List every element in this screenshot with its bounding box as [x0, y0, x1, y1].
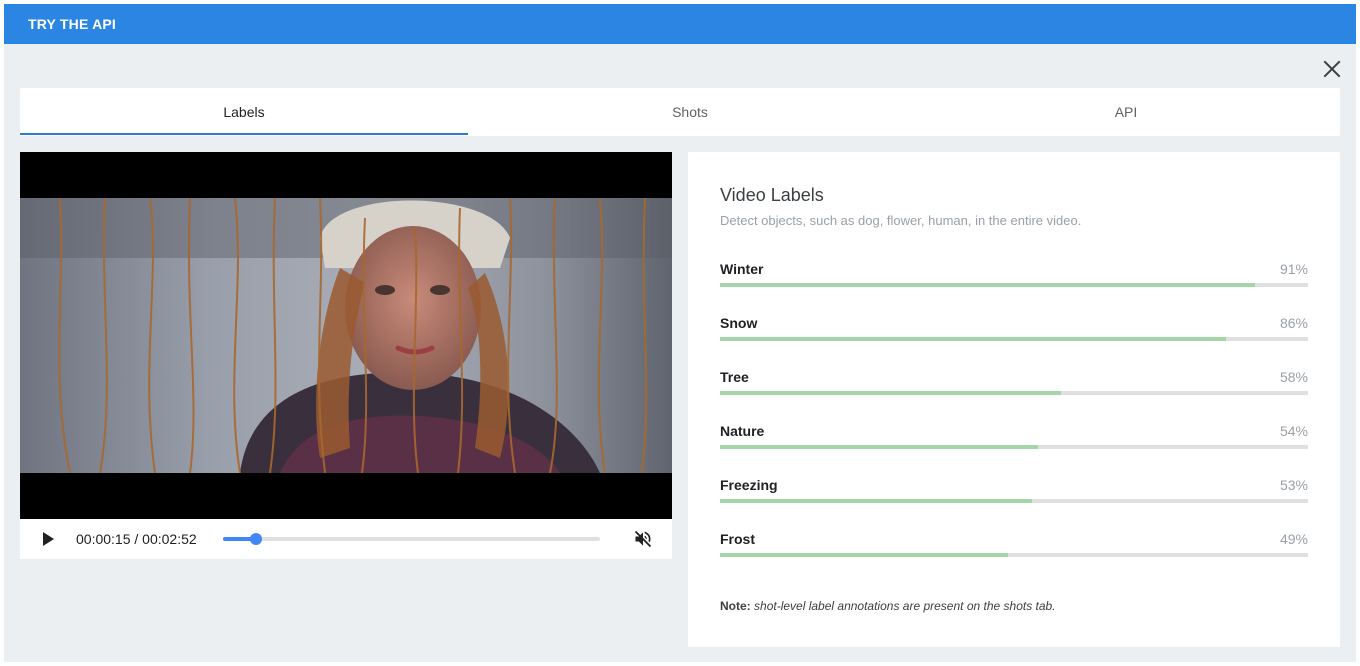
label-row: Snow 86%: [720, 315, 1308, 347]
confidence-bar-fill: [720, 553, 1009, 557]
confidence-bar-fill: [720, 445, 1038, 449]
label-row: Tree 58%: [720, 369, 1308, 401]
label-percent: 49%: [1279, 531, 1308, 547]
confidence-bar: [720, 391, 1308, 395]
label-percent: 58%: [1279, 369, 1308, 385]
panel-header: TRY THE API: [4, 4, 1356, 44]
confidence-bar: [720, 499, 1308, 503]
tab-labels[interactable]: Labels: [20, 88, 468, 136]
active-tab-indicator: [20, 133, 468, 135]
play-button[interactable]: [40, 531, 56, 547]
label-percent: 91%: [1279, 261, 1308, 277]
label-name: Freezing: [720, 477, 778, 493]
confidence-bar-fill: [720, 283, 1256, 287]
video-frame-image: [20, 198, 672, 473]
video-labels-title: Video Labels: [720, 185, 824, 205]
try-api-panel: TRY THE API Labels Shots API 00:00:15 / …: [4, 4, 1356, 662]
volume-off-icon: [634, 530, 652, 548]
video-player: 00:00:15 / 00:02:52: [20, 152, 672, 559]
tab-api[interactable]: API: [912, 88, 1340, 136]
label-row: Frost 49%: [720, 531, 1308, 563]
mute-button[interactable]: [633, 529, 653, 549]
current-time: 00:00:15: [76, 531, 131, 547]
confidence-bar-fill: [720, 391, 1062, 395]
confidence-bar-fill: [720, 337, 1226, 341]
video-viewport[interactable]: [20, 152, 672, 519]
tab-shots[interactable]: Shots: [468, 88, 912, 136]
label-row: Freezing 53%: [720, 477, 1308, 509]
player-controls: 00:00:15 / 00:02:52: [20, 519, 672, 559]
close-icon: [1323, 60, 1341, 78]
tab-labels-label: Labels: [223, 104, 265, 120]
label-row: Nature 54%: [720, 423, 1308, 455]
tab-api-label: API: [1114, 104, 1138, 120]
label-row: Winter 91%: [720, 261, 1308, 293]
note-text: shot-level label annotations are present…: [754, 599, 1056, 613]
time-separator: /: [134, 531, 143, 547]
play-icon: [43, 532, 54, 546]
duration: 00:02:52: [142, 531, 197, 547]
panel-title: TRY THE API: [28, 16, 117, 32]
video-labels-card: Video Labels Detect objects, such as dog…: [688, 152, 1340, 647]
label-name: Frost: [720, 531, 755, 547]
label-percent: 54%: [1279, 423, 1308, 439]
time-display: 00:00:15 / 00:02:52: [76, 531, 197, 547]
seek-bar[interactable]: [223, 533, 600, 545]
video-frame: [20, 198, 672, 473]
label-name: Nature: [720, 423, 765, 439]
confidence-bar: [720, 445, 1308, 449]
confidence-bar-fill: [720, 499, 1032, 503]
label-name: Winter: [720, 261, 764, 277]
label-percent: 53%: [1279, 477, 1308, 493]
close-button[interactable]: [1320, 57, 1344, 81]
tab-shots-label: Shots: [672, 104, 708, 120]
label-percent: 86%: [1279, 315, 1308, 331]
note-label: Note:: [720, 599, 751, 613]
confidence-bar: [720, 283, 1308, 287]
confidence-bar: [720, 337, 1308, 341]
label-name: Tree: [720, 369, 749, 385]
label-name: Snow: [720, 315, 758, 331]
tab-bar: Labels Shots API: [20, 88, 1340, 136]
video-labels-subtitle: Detect objects, such as dog, flower, hum…: [720, 213, 1082, 228]
seek-thumb[interactable]: [249, 533, 262, 545]
shots-note: Note: shot-level label annotations are p…: [720, 599, 1056, 613]
confidence-bar: [720, 553, 1308, 557]
